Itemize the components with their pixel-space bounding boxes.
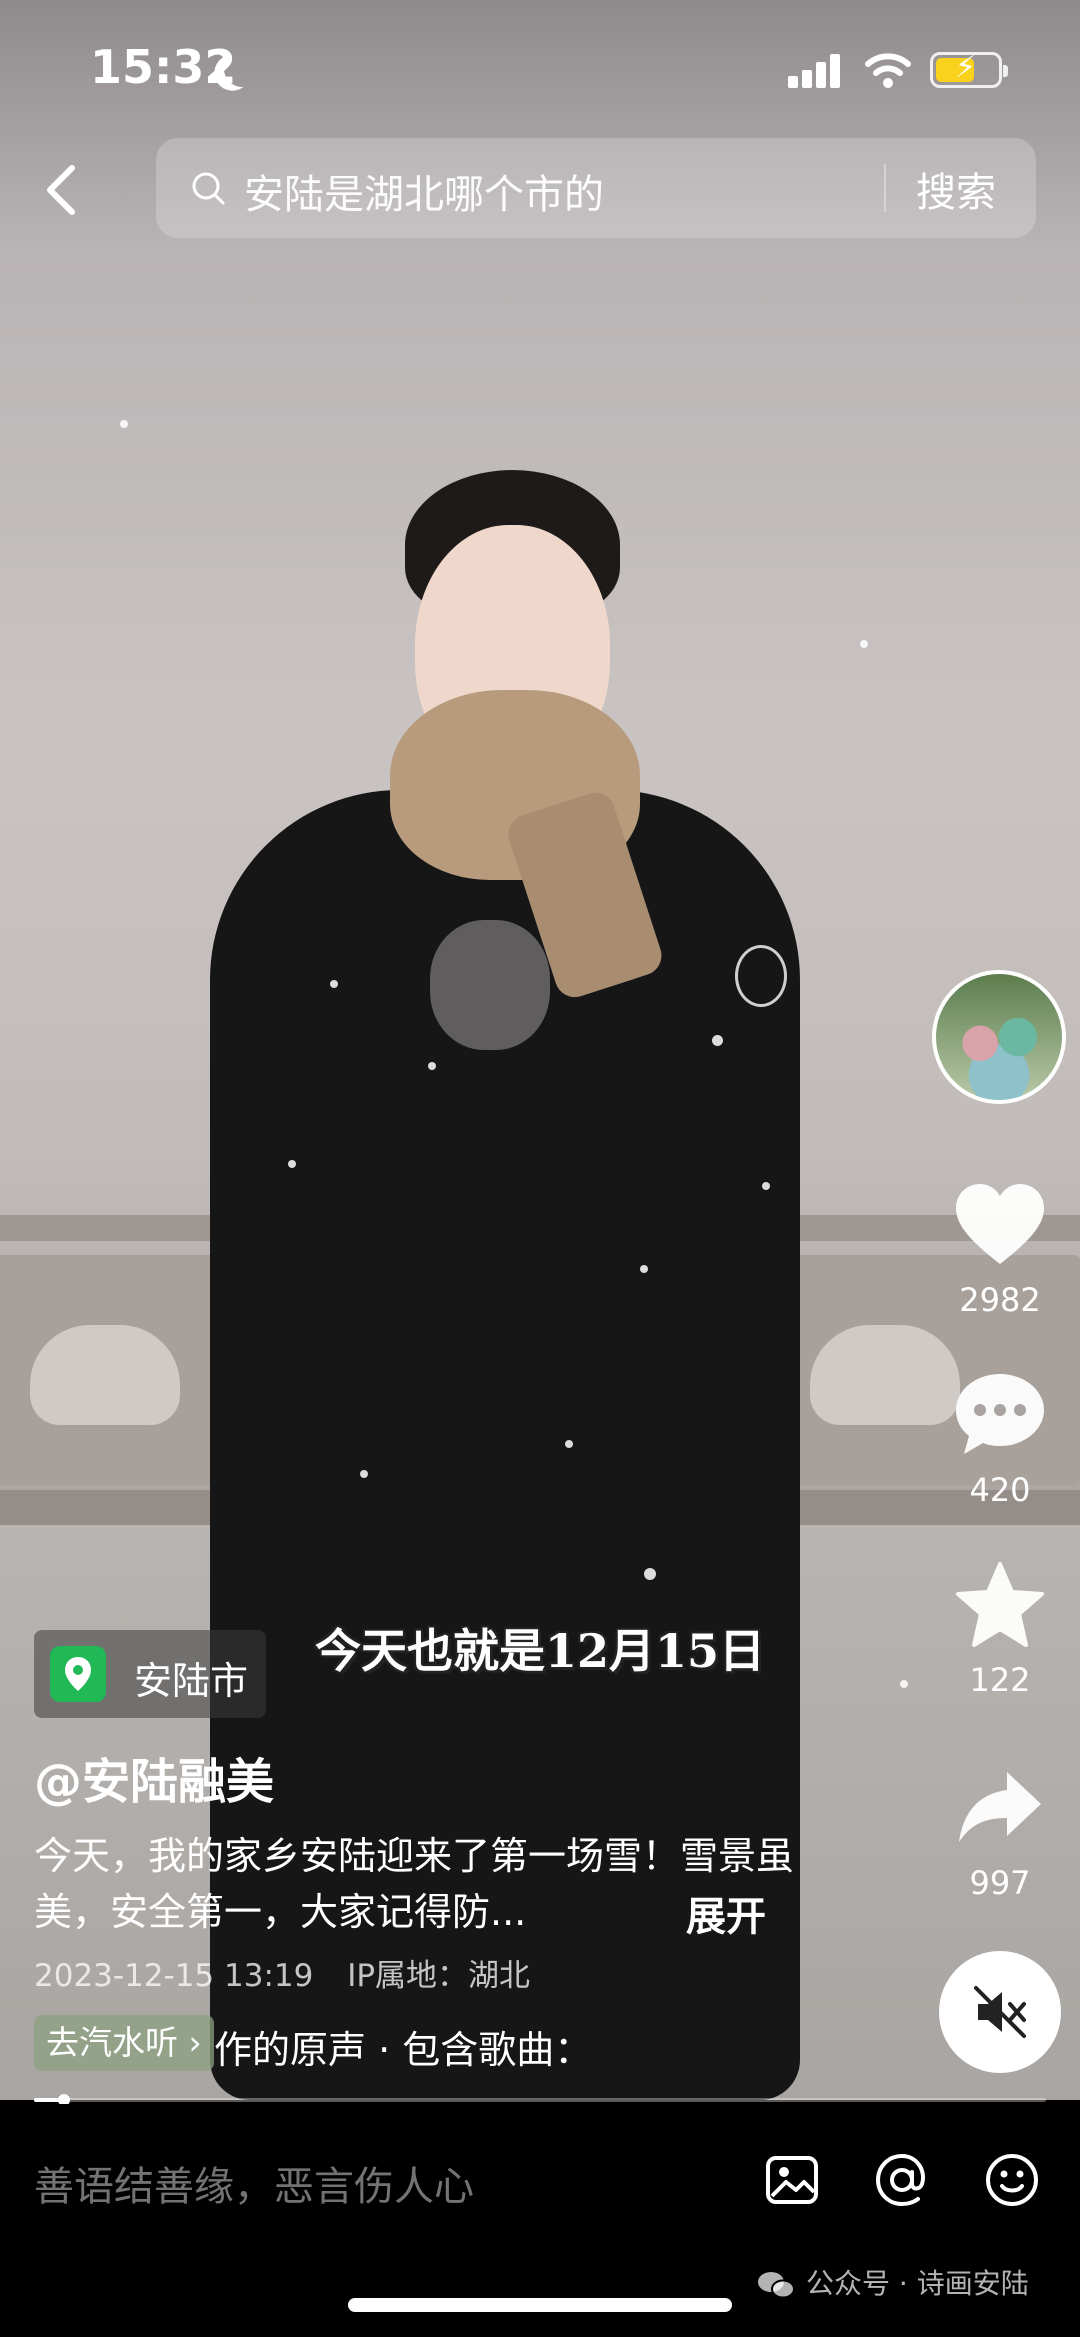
emoji-icon[interactable] [982,2150,1042,2210]
author-avatar[interactable] [932,970,1066,1104]
wechat-icon [758,2272,795,2299]
status-time: 15:32 [90,40,237,94]
open-music-app-button[interactable]: 去汽水听 › [34,2015,214,2071]
location-pin-icon [50,1646,106,1702]
back-button[interactable] [34,160,94,220]
battery-icon: ⚡ [930,52,1008,88]
search-button[interactable]: 搜索 [916,160,996,218]
location-tag[interactable]: 安陆市 [34,1630,266,1718]
comment-icon[interactable] [952,1370,1048,1460]
search-divider [884,164,886,212]
video-progress-bar[interactable] [34,2094,1046,2106]
favorite-count: 122 [969,1661,1031,1699]
ip-location: IP属地：湖北 [347,1958,531,1994]
music-title: 作的原声 · 包含歌曲： [214,2028,593,2071]
mute-button[interactable] [939,1951,1061,2073]
post-meta: 2023-12-15 13:19 IP属地：湖北 [34,1950,554,1995]
like-action[interactable]: 2982 [940,1175,1060,1319]
favorite-action[interactable]: 122 [940,1555,1060,1699]
signal-icon [788,52,844,88]
comment-action[interactable]: 420 [940,1365,1060,1509]
music-row[interactable]: 去汽水听 › 作的原声 · 包含歌曲： [34,2015,674,2071]
search-bar[interactable]: 安陆是湖北哪个市的 搜索 [156,138,1036,238]
search-query[interactable]: 安陆是湖北哪个市的 [244,162,604,220]
wifi-icon [865,53,911,88]
heart-icon[interactable] [952,1182,1048,1268]
comment-count: 420 [969,1471,1031,1509]
wechat-watermark: 公众号 · 诗画安陆 [756,2262,1029,2302]
location-label: 安陆市 [134,1659,249,1703]
speaker-muted-icon [974,1986,1026,2038]
search-icon [192,172,225,205]
author-name[interactable]: @安陆融美 [34,1742,274,1812]
like-count: 2982 [959,1281,1041,1319]
screen: 今天也就是12月15日 15:32 ⚡ 安陆是湖北哪个市的 搜索 2982 42… [0,0,1080,2337]
share-count: 997 [969,1864,1031,1902]
image-icon[interactable] [762,2150,822,2210]
post-date: 2023-12-15 13:19 [34,1958,314,1994]
home-indicator[interactable] [348,2298,732,2312]
music-chip-label: 去汽水听 [46,2023,178,2062]
chevron-right-icon: › [178,2023,202,2062]
share-action[interactable]: 997 [940,1758,1060,1902]
expand-button[interactable]: 展开 [686,1884,766,1942]
share-arrow-icon[interactable] [955,1768,1045,1848]
star-icon[interactable] [954,1561,1046,1649]
comment-input[interactable]: 善语结善缘，恶言伤人心 [34,2154,474,2212]
mention-icon[interactable] [872,2150,932,2210]
watermark-text: 公众号 · 诗画安陆 [806,2267,1029,2300]
